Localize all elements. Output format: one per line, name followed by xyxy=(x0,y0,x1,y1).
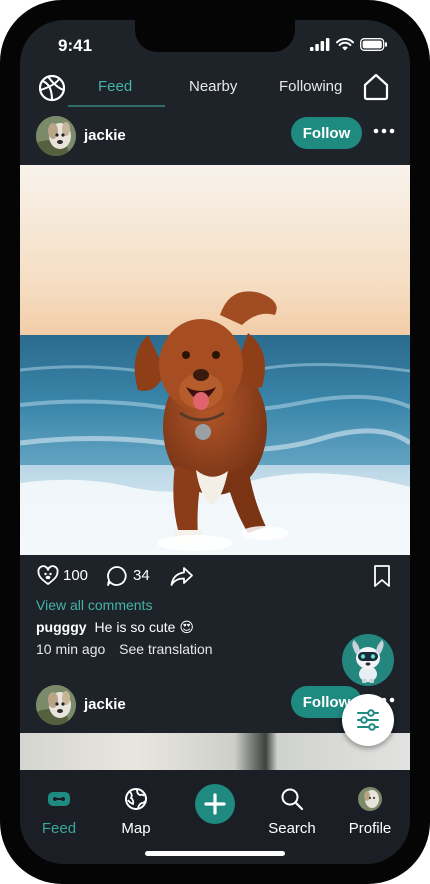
filter-button[interactable] xyxy=(342,694,394,746)
nav-label: Map xyxy=(121,820,151,837)
post-meta: 10 min ago See translation xyxy=(36,641,223,657)
comment-icon[interactable] xyxy=(106,565,128,587)
bottom-navigation: Feed Map Search Profile xyxy=(20,770,410,864)
phone-frame: 9:41 Feed Nearby Following jackie Follow… xyxy=(0,0,430,884)
more-options-icon[interactable] xyxy=(372,122,396,140)
wifi-icon xyxy=(336,38,354,51)
post-username[interactable]: jackie xyxy=(84,127,126,144)
tab-feed[interactable]: Feed xyxy=(98,78,132,95)
post-header: jackie Follow xyxy=(20,114,410,162)
globe-icon xyxy=(125,788,147,810)
app-screen: 9:41 Feed Nearby Following jackie Follow… xyxy=(20,20,410,864)
status-time: 9:41 xyxy=(58,36,93,55)
add-post-button[interactable] xyxy=(195,784,235,824)
comment-text: He is so cute 😍 xyxy=(94,619,194,635)
follow-button[interactable]: Follow xyxy=(291,117,362,149)
post-actions: 100 34 xyxy=(20,562,410,590)
mascot-assistant-button[interactable] xyxy=(342,634,394,686)
home-indicator[interactable] xyxy=(145,851,285,856)
likes-count: 100 xyxy=(63,567,89,584)
post-username[interactable]: jackie xyxy=(84,696,126,713)
top-navigation: Feed Nearby Following xyxy=(20,68,410,108)
nav-search[interactable]: Search xyxy=(257,786,327,837)
post-time: 10 min ago xyxy=(36,641,106,657)
status-icons xyxy=(310,38,388,51)
avatar xyxy=(358,787,382,811)
cellular-signal-icon xyxy=(310,38,330,51)
sliders-icon xyxy=(357,709,379,731)
active-tab-indicator xyxy=(68,105,165,107)
tab-following[interactable]: Following xyxy=(279,78,342,95)
nav-label: Profile xyxy=(348,820,392,837)
tab-nearby[interactable]: Nearby xyxy=(189,78,237,95)
feed-icon xyxy=(48,792,70,806)
post-photo[interactable] xyxy=(20,165,410,555)
search-icon xyxy=(281,788,304,811)
heart-paw-icon[interactable] xyxy=(37,565,59,587)
nav-feed[interactable]: Feed xyxy=(24,786,94,837)
see-translation-link[interactable]: See translation xyxy=(119,641,212,657)
comment-username[interactable]: pugggy xyxy=(36,619,87,635)
battery-icon xyxy=(360,38,387,51)
plus-icon xyxy=(204,793,226,815)
avatar[interactable] xyxy=(36,685,76,725)
avatar[interactable] xyxy=(36,116,76,156)
notch xyxy=(135,20,295,52)
share-icon[interactable] xyxy=(170,565,194,587)
comment: pugggy He is so cute 😍 xyxy=(36,619,194,636)
nav-label: Search xyxy=(268,820,316,837)
nav-map[interactable]: Map xyxy=(101,786,171,837)
view-all-comments-link[interactable]: View all comments xyxy=(36,597,152,613)
nav-profile[interactable]: Profile xyxy=(335,786,405,837)
comments-count: 34 xyxy=(133,567,150,584)
nav-label: Feed xyxy=(41,820,77,837)
bookmark-icon[interactable] xyxy=(372,564,392,588)
ball-icon[interactable] xyxy=(38,74,66,102)
home-icon[interactable] xyxy=(362,72,390,102)
